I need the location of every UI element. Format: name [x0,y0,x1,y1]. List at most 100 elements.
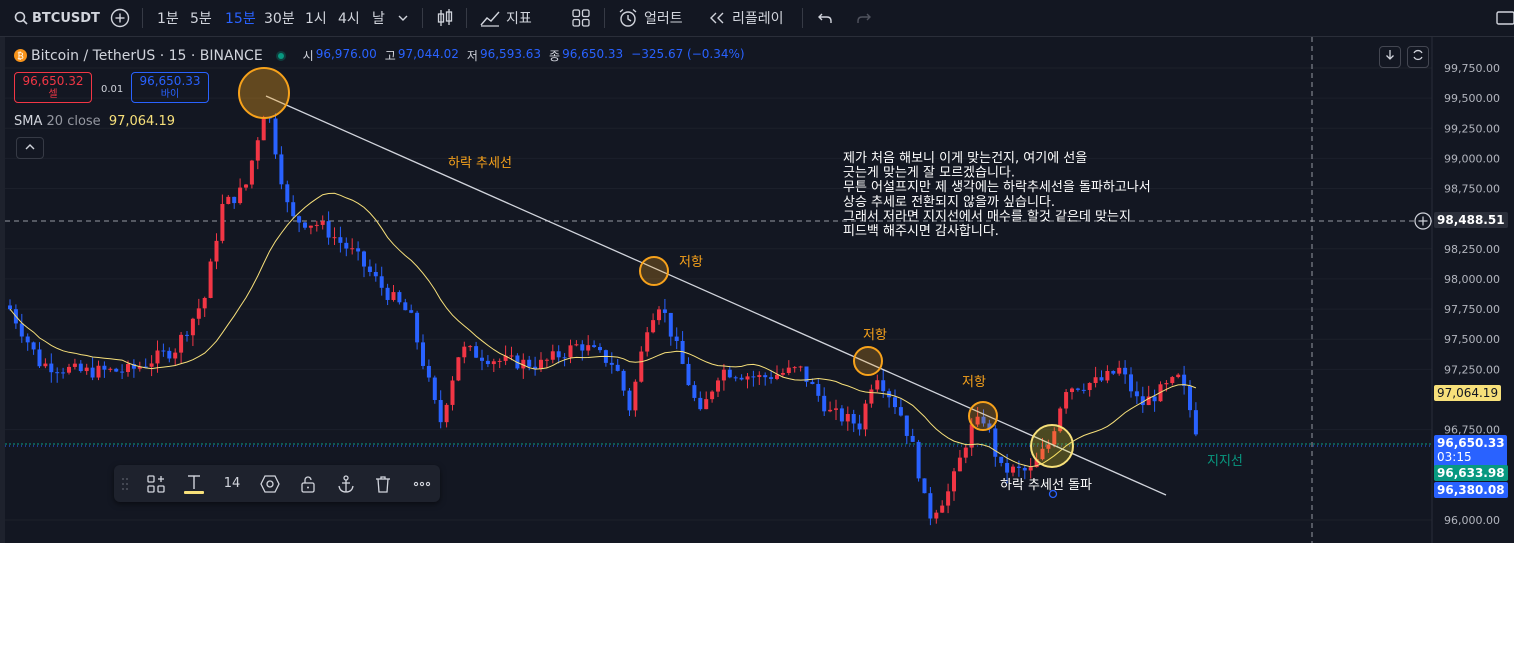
settings-button[interactable] [258,465,282,502]
candle-body [662,309,667,313]
candle [633,379,638,417]
collapse-legend-button[interactable] [16,137,44,159]
candle [196,298,201,326]
text-color-button[interactable] [182,465,206,502]
breakout-label[interactable]: 하락 추세선 돌파 [1000,478,1092,493]
toolbar-divider [422,8,423,28]
templates-button[interactable] [144,465,168,502]
interval-dropdown[interactable] [398,0,408,36]
candle-body [373,271,378,277]
candle [131,359,136,378]
candle [592,340,597,348]
interval-4h[interactable]: 4시 [338,0,360,36]
candle [190,317,195,346]
candle-body [1028,467,1033,471]
fullscreen-button[interactable] [1496,0,1514,36]
drag-handle[interactable] [116,465,134,502]
interval-15m[interactable]: 15분 [225,0,256,36]
layouts-button[interactable] [572,0,590,36]
interval-1h[interactable]: 1시 [305,0,327,36]
chart-type-button[interactable] [436,0,454,36]
candle-body [350,248,355,250]
candle-body [780,372,785,375]
chart-legend: ₿ Bitcoin / TetherUS · 15 · BINANCE 시 96,… [14,47,745,64]
candle [739,374,744,381]
candle [273,113,278,159]
support-label[interactable]: 지지선 [1207,454,1243,469]
blue-price-tag: 96,380.08 [1434,482,1508,498]
downtrend-label[interactable]: 하락 추세선 [448,156,512,171]
sell-button[interactable]: 96,650.32 셀 [14,72,92,103]
candle [733,375,738,382]
candle-body [1022,467,1027,471]
candle [940,500,945,513]
candle [84,363,89,375]
delete-button[interactable] [371,465,395,502]
interval-30m[interactable]: 30분 [264,0,295,36]
reset-scale-button[interactable] [1407,46,1429,68]
symbol-title[interactable]: Bitcoin / TetherUS · 15 · BINANCE [31,48,263,64]
candle-body [910,435,915,442]
crosshair-price-tag: 98,488.51 [1434,212,1508,228]
candle [143,358,148,369]
candle [716,377,720,397]
resistance-label-1[interactable]: 저항 [679,255,703,270]
resistance-label-2[interactable]: 저항 [863,328,887,343]
candle-body [1005,462,1010,473]
candle-body [456,357,461,381]
alert-button[interactable]: 얼러트 [618,0,683,36]
candle [332,227,337,245]
redo-icon [857,13,871,23]
note-annotation[interactable]: 제가 처음 해보니 이게 맞는건지, 여기에 선을 긋는게 맞는게 잘 모르겠습니… [843,151,1151,239]
candle [249,159,254,189]
lock-button[interactable] [296,465,320,502]
candle [586,335,591,356]
resistance-circle-3[interactable] [968,401,998,431]
interval-1m[interactable]: 1분 [157,0,179,36]
candle-body [922,478,927,494]
resistance-circle-2[interactable] [853,346,883,376]
buy-button[interactable]: 96,650.33 바이 [131,72,209,103]
resistance-circle-1[interactable] [639,256,669,286]
candle-body [580,344,585,351]
add-alert-crosshair-button[interactable] [1414,212,1432,230]
compare-symbol-button[interactable] [110,0,130,36]
candle-body [332,237,337,239]
candle-body [875,380,880,390]
market-status-icon[interactable] [271,49,291,63]
candle-body [1117,367,1122,374]
candle [320,215,325,230]
symbol-search[interactable]: BTCUSDT [14,0,100,36]
high-key: 고 [384,49,396,63]
alarm-clock-icon [619,8,637,27]
candle-body [55,372,60,374]
replay-button[interactable]: 리플레이 [708,0,784,36]
trash-icon [376,475,390,493]
indicators-button[interactable]: 지표 [480,0,532,36]
sma-legend[interactable]: SMA 20 close 97,064.19 [14,114,175,129]
redo-button[interactable] [856,0,872,36]
candle-body [769,377,774,379]
candle [480,349,484,371]
candle-body [1170,377,1175,384]
price-tick-label: 97,250.00 [1444,363,1500,376]
candle-body [1087,383,1092,391]
interval-5m[interactable]: 5분 [190,0,212,36]
candle [727,365,732,379]
scroll-to-latest-button[interactable] [1379,46,1401,68]
interval-1d[interactable]: 날 [372,0,385,36]
breakout-circle[interactable] [1030,424,1074,468]
peak-circle[interactable] [238,67,290,119]
font-size-button[interactable]: 14 [220,465,244,502]
candle-body [49,363,54,373]
undo-button[interactable] [817,0,833,36]
candle [31,341,36,355]
candle [397,290,402,305]
candle [857,414,862,436]
candle-body [704,399,709,410]
anchor-button[interactable] [334,465,358,502]
candle [491,358,496,373]
resistance-label-3[interactable]: 저항 [962,375,986,390]
more-options-button[interactable] [410,465,434,502]
interval-label: 1분 [157,11,179,27]
